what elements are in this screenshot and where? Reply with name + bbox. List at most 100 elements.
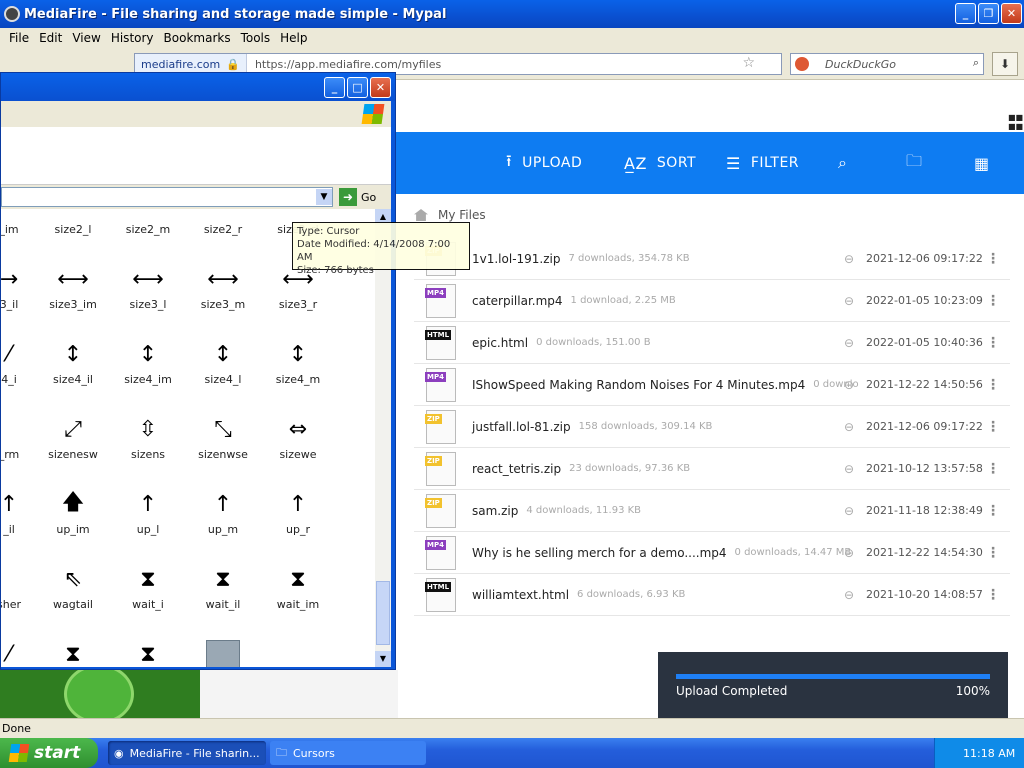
share-link-icon[interactable]: ⊖ — [844, 504, 854, 518]
cursor-file-item[interactable]: ⧗ wait_i — [110, 560, 186, 612]
address-dropdown-icon[interactable]: ▼ — [316, 189, 332, 205]
file-name[interactable]: react_tetris.zip — [472, 462, 561, 476]
minimize-button[interactable]: _ — [955, 3, 976, 24]
file-name[interactable]: Why is he selling merch for a demo....mp… — [472, 546, 727, 560]
file-row[interactable]: ZIP sam.zip 4 downloads, 11.93 KB ⊖ 2021-11-… — [414, 490, 1010, 532]
search-bar[interactable]: DuckDuckGo ⌕ — [790, 53, 984, 75]
cursor-file-item[interactable]: ⟷ size3_im — [35, 260, 111, 312]
cursor-file-item[interactable]: ⇳ sizens — [110, 410, 186, 462]
share-link-icon[interactable]: ⊖ — [844, 336, 854, 350]
grid-view-button[interactable]: ▦ — [974, 154, 1000, 173]
cursor-file-item[interactable]: ⇔ sizewe — [260, 410, 336, 462]
menu-view[interactable]: View — [67, 31, 105, 45]
more-options-icon[interactable]: ⋮ — [986, 545, 1000, 561]
scroll-down-icon[interactable]: ▼ — [375, 651, 391, 667]
file-row[interactable]: HTML epic.html 0 downloads, 151.00 B ⊖ 2022-… — [414, 322, 1010, 364]
share-link-icon[interactable]: ⊖ — [844, 294, 854, 308]
duckduckgo-icon[interactable] — [795, 57, 809, 71]
cursor-file-item[interactable]: size2_r — [185, 209, 261, 236]
cursor-file-item[interactable]: ⟷ size3_l — [110, 260, 186, 312]
cursor-file-item[interactable]: ⤢ sizenesw — [35, 410, 111, 462]
cursor-file-item[interactable]: size2_l — [35, 209, 111, 236]
menu-file[interactable]: File — [4, 31, 34, 45]
more-options-icon[interactable]: ⋮ — [986, 377, 1000, 393]
browser-title-bar[interactable]: MediaFire - File sharing and storage mad… — [0, 0, 1024, 28]
cursor-file-item[interactable]: ⧗wait_rm — [110, 635, 186, 667]
restore-button[interactable]: ❐ — [978, 3, 999, 24]
cursor-file-item[interactable]: ↕ size4_im — [110, 335, 186, 387]
file-name[interactable]: justfall.lol-81.zip — [472, 420, 571, 434]
file-name[interactable]: IShowSpeed Making Random Noises For 4 Mi… — [472, 378, 805, 392]
file-row[interactable]: ZIP justfall.lol-81.zip 158 downloads, 309… — [414, 406, 1010, 448]
menu-tools[interactable]: Tools — [236, 31, 276, 45]
file-name[interactable]: caterpillar.mp4 — [472, 294, 563, 308]
explorer-close-button[interactable]: ✕ — [370, 77, 391, 98]
share-link-icon[interactable]: ⊖ — [844, 588, 854, 602]
taskbar-item-cursors[interactable]: 🗀 Cursors — [270, 741, 426, 765]
menu-edit[interactable]: Edit — [34, 31, 67, 45]
menu-help[interactable]: Help — [275, 31, 312, 45]
site-identity[interactable]: mediafire.com 🔒 — [135, 54, 247, 74]
cursor-file-item[interactable]: ⟷ size3_m — [185, 260, 261, 312]
home-icon[interactable] — [414, 209, 428, 221]
cursor-file-item[interactable]: ⧗ wait_im — [260, 560, 336, 612]
file-name[interactable]: sam.zip — [472, 504, 518, 518]
more-options-icon[interactable]: ⋮ — [986, 587, 1000, 603]
file-name[interactable]: 1v1.lol-191.zip — [472, 252, 561, 266]
url-text[interactable]: https://app.mediafire.com/myfiles — [247, 58, 441, 71]
file-name[interactable]: williamtext.html — [472, 588, 569, 602]
search-icon[interactable]: ⌕ — [973, 56, 979, 70]
share-link-icon[interactable]: ⊖ — [844, 252, 854, 266]
file-row[interactable]: HTML williamtext.html 6 downloads, 6.93 KB… — [414, 574, 1010, 616]
more-options-icon[interactable]: ⋮ — [986, 335, 1000, 351]
cursor-file-item[interactable]: ⤡ sizenwse — [185, 410, 261, 462]
file-row[interactable]: MP4 caterpillar.mp4 1 download, 2.25 MB ⊖ 20… — [414, 280, 1010, 322]
cursor-file-item[interactable]: ↑ up_r — [260, 485, 336, 537]
menu-history[interactable]: History — [106, 31, 159, 45]
taskbar-item-mediafire[interactable]: ◉ MediaFire - File sharin... — [108, 741, 266, 765]
cursor-file-item[interactable]: ↕ size4_l — [185, 335, 261, 387]
share-link-icon[interactable]: ⊖ — [844, 378, 854, 392]
share-link-icon[interactable]: ⊖ — [844, 546, 854, 560]
upload-button[interactable]: ⭱ UPLOAD — [506, 150, 582, 177]
cursor-file-item[interactable]: ⧗ wait_il — [185, 560, 261, 612]
more-options-icon[interactable]: ⋮ — [986, 251, 1000, 267]
apps-grid-icon[interactable]: ■■ ■■ — [1008, 113, 1023, 131]
file-row[interactable]: ZIP react_tetris.zip 23 downloads, 97.36 K… — [414, 448, 1010, 490]
clock[interactable]: 11:18 AM — [963, 747, 1015, 760]
sort-button[interactable]: A̲Z SORT — [624, 154, 696, 173]
search-files-button[interactable]: ⌕ — [838, 153, 857, 173]
share-link-icon[interactable]: ⊖ — [844, 420, 854, 434]
filter-button[interactable]: ☰ FILTER — [726, 154, 799, 173]
file-row[interactable]: MP4 IShowSpeed Making Random Noises For 4… — [414, 364, 1010, 406]
downloads-button[interactable]: ⬇ — [992, 52, 1018, 76]
cursor-file-item[interactable]: ↑ up_m — [185, 485, 261, 537]
cursor-file-item[interactable]: ↕ size4_m — [260, 335, 336, 387]
cursor-file-item[interactable]: 🡅 up_im — [35, 485, 111, 536]
more-options-icon[interactable]: ⋮ — [986, 503, 1000, 519]
cursor-file-item[interactable]: Cursors — [185, 635, 261, 667]
explorer-title-bar[interactable]: _ □ ✕ — [1, 73, 395, 101]
more-options-icon[interactable]: ⋮ — [986, 419, 1000, 435]
file-row[interactable]: ZIP1v1.lol-191.zip7 downloads, 354.78 KB… — [414, 238, 1010, 280]
cursor-file-item[interactable]: ↕ size4_il — [35, 335, 111, 387]
cursor-file-item[interactable]: ↑ up_l — [110, 485, 186, 537]
explorer-maximize-button[interactable]: □ — [347, 77, 368, 98]
cursor-file-item[interactable]: size2_m — [110, 209, 186, 236]
bookmark-star-icon[interactable]: ☆ — [742, 55, 755, 71]
scrollbar-thumb[interactable] — [376, 581, 390, 645]
start-button[interactable]: start — [0, 738, 98, 768]
file-row[interactable]: MP4 Why is he selling merch for a demo...… — [414, 532, 1010, 574]
new-folder-button[interactable]: 🗀 — [906, 150, 933, 177]
explorer-scrollbar[interactable]: ▲ ▼ — [375, 209, 391, 667]
file-name[interactable]: epic.html — [472, 336, 528, 350]
go-button[interactable]: ➜ Go — [339, 188, 376, 206]
address-input[interactable]: ▼ — [1, 187, 333, 207]
explorer-minimize-button[interactable]: _ — [324, 77, 345, 98]
more-options-icon[interactable]: ⋮ — [986, 293, 1000, 309]
close-button[interactable]: ✕ — [1001, 3, 1022, 24]
menu-bookmarks[interactable]: Bookmarks — [159, 31, 236, 45]
share-link-icon[interactable]: ⊖ — [844, 462, 854, 476]
cursor-file-item[interactable]: ⧗wait_rl — [35, 635, 111, 667]
breadcrumb-my-files[interactable]: My Files — [438, 208, 486, 222]
